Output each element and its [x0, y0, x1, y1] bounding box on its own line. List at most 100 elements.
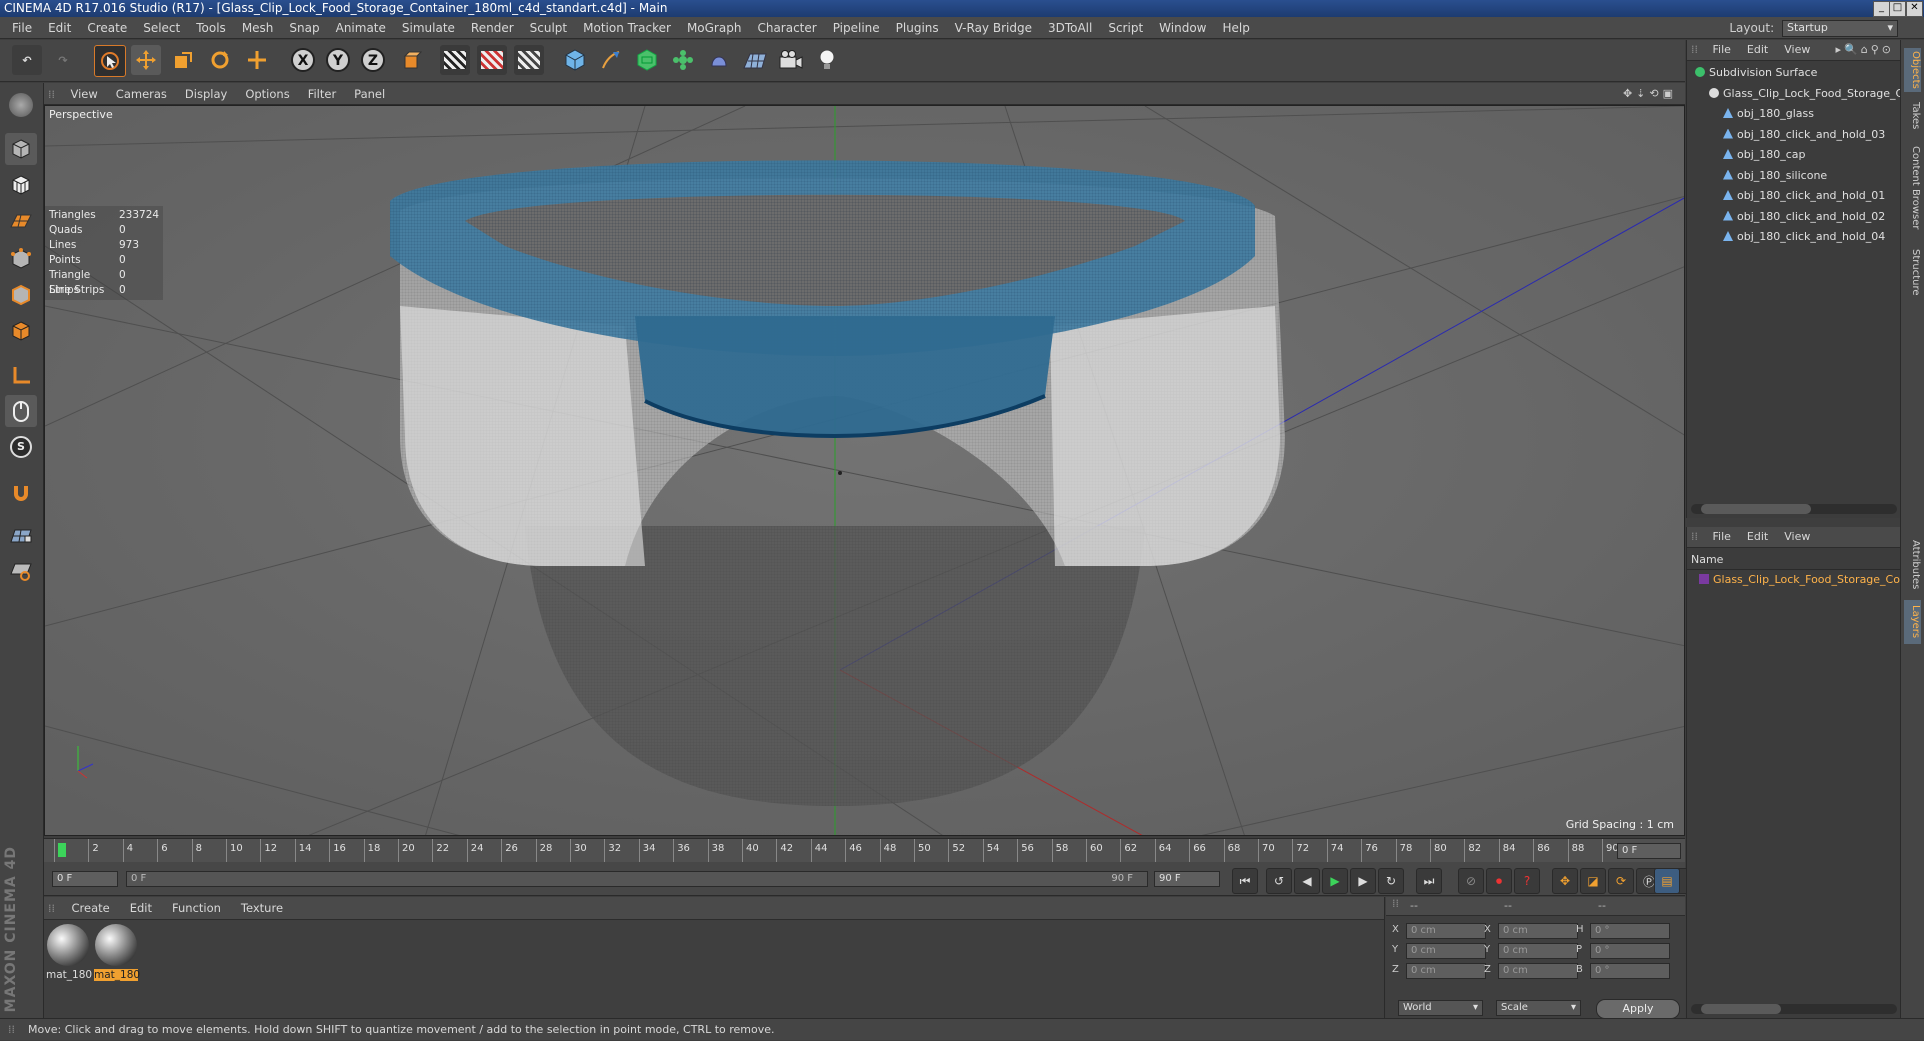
object-tree-item[interactable]: Subdivision Surface — [1695, 64, 1817, 81]
timeline-ruler[interactable]: 0246810121416182022242628303234363840424… — [44, 838, 1685, 863]
planar-workplane-button[interactable] — [5, 555, 37, 587]
current-frame-field[interactable]: 0 F — [1617, 843, 1681, 859]
key-position-button[interactable]: ✥ — [1552, 868, 1578, 894]
layer-item[interactable]: Glass_Clip_Lock_Food_Storage_Con — [1699, 571, 1907, 588]
coord-value-field[interactable]: 0 cm — [1406, 943, 1486, 959]
object-manager-tools[interactable]: ▸🔍⌂⚲⊙ — [1836, 40, 1894, 60]
menu-animate[interactable]: Animate — [328, 17, 394, 39]
coord-value-field[interactable]: 0 cm — [1406, 923, 1486, 939]
render-settings-button[interactable] — [514, 45, 544, 75]
tab-attributes[interactable]: Attributes — [1904, 535, 1921, 595]
viewport-menu-panel[interactable]: Panel — [345, 83, 394, 105]
end-frame-field[interactable]: 90 F — [1154, 871, 1220, 887]
tweak-mode-button[interactable] — [5, 395, 37, 427]
menu-tools[interactable]: Tools — [188, 17, 234, 39]
play-button[interactable]: ▶ — [1322, 868, 1348, 894]
object-tree-item[interactable]: Glass_Clip_Lock_Food_Storage_Co — [1709, 85, 1910, 102]
material-swatch[interactable]: mat_180 — [94, 923, 140, 995]
material-menu-edit[interactable]: Edit — [120, 897, 162, 919]
camera-button[interactable] — [776, 45, 806, 75]
deformer-button[interactable] — [704, 45, 734, 75]
workplane-mode-button[interactable] — [5, 205, 37, 237]
frame-range-slider[interactable]: 0 F 90 F — [126, 871, 1148, 887]
key-rotation-button[interactable]: ⟳ — [1608, 868, 1634, 894]
z-axis-lock-button[interactable]: Z — [358, 45, 388, 75]
light-button[interactable] — [812, 45, 842, 75]
menu-motion-tracker[interactable]: Motion Tracker — [575, 17, 679, 39]
scale-tool-button[interactable] — [168, 45, 198, 75]
menu-character[interactable]: Character — [749, 17, 824, 39]
minimize-button[interactable]: _ — [1873, 1, 1890, 17]
menu-plugins[interactable]: Plugins — [888, 17, 947, 39]
material-menu-create[interactable]: Create — [62, 897, 120, 919]
layout-dropdown[interactable]: Startup ▾ — [1782, 20, 1898, 37]
viewport-menu-filter[interactable]: Filter — [299, 83, 345, 105]
magnet-button[interactable] — [5, 477, 37, 509]
menu-edit[interactable]: Edit — [40, 17, 79, 39]
object-menu-file[interactable]: File — [1705, 40, 1739, 60]
start-frame-field[interactable]: 0 F — [52, 871, 118, 887]
tab-objects[interactable]: Objects — [1904, 48, 1921, 92]
menu-window[interactable]: Window — [1151, 17, 1214, 39]
object-tree-item[interactable]: obj_180_click_and_hold_02 — [1723, 208, 1885, 225]
model-mode-button[interactable] — [5, 133, 37, 165]
next-key-button[interactable]: ↻ — [1378, 868, 1404, 894]
timeline-layout-button[interactable]: ▤ — [1654, 868, 1680, 894]
material-menu-texture[interactable]: Texture — [231, 897, 293, 919]
object-tree-item[interactable]: obj_180_click_and_hold_03 — [1723, 126, 1885, 143]
locked-workplane-button[interactable] — [5, 519, 37, 551]
menu-create[interactable]: Create — [79, 17, 135, 39]
menu-script[interactable]: Script — [1100, 17, 1151, 39]
coord-space-dropdown[interactable]: World ▾ — [1398, 1000, 1483, 1016]
menu-snap[interactable]: Snap — [281, 17, 327, 39]
object-menu-edit[interactable]: Edit — [1739, 40, 1776, 60]
coord-value-field[interactable]: 0 cm — [1498, 923, 1578, 939]
tab-takes[interactable]: Takes — [1904, 98, 1921, 134]
menu-sculpt[interactable]: Sculpt — [522, 17, 575, 39]
menu-file[interactable]: File — [4, 17, 40, 39]
layer-menu-edit[interactable]: Edit — [1739, 527, 1776, 547]
rotate-tool-button[interactable] — [205, 45, 235, 75]
menu-simulate[interactable]: Simulate — [394, 17, 463, 39]
layer-manager-scrollbar[interactable] — [1691, 1004, 1897, 1014]
menu-help[interactable]: Help — [1214, 17, 1257, 39]
object-tree-item[interactable]: obj_180_click_and_hold_04 — [1723, 228, 1885, 245]
y-axis-lock-button[interactable]: Y — [323, 45, 353, 75]
coord-value-field[interactable]: 0 ° — [1590, 923, 1670, 939]
cube-object-button[interactable] — [560, 45, 590, 75]
viewport-menu-cameras[interactable]: Cameras — [107, 83, 176, 105]
prev-key-button[interactable]: ↺ — [1266, 868, 1292, 894]
viewport-nav-icons[interactable]: ✥⇣⟲▣ — [1623, 83, 1677, 105]
coord-scale-dropdown[interactable]: Scale ▾ — [1496, 1000, 1581, 1016]
tab-structure[interactable]: Structure — [1904, 242, 1921, 302]
tab-content-browser[interactable]: Content Browser — [1904, 140, 1921, 236]
polygons-mode-button[interactable] — [5, 315, 37, 347]
goto-end-button[interactable]: ⏭ — [1416, 868, 1442, 894]
tab-layers[interactable]: Layers — [1904, 600, 1921, 644]
object-tree-item[interactable]: obj_180_cap — [1723, 146, 1806, 163]
viewport-menu-display[interactable]: Display — [176, 83, 236, 105]
render-view-button[interactable] — [440, 45, 470, 75]
apply-button[interactable]: Apply — [1596, 999, 1680, 1019]
transform-tool-button[interactable] — [242, 45, 272, 75]
maximize-button[interactable]: □ — [1889, 1, 1906, 17]
object-tree-item[interactable]: obj_180_click_and_hold_01 — [1723, 187, 1885, 204]
autokey-button[interactable]: ⏺ — [1486, 868, 1512, 894]
snap-button[interactable]: S — [5, 431, 37, 463]
goto-start-button[interactable]: ⏮ — [1232, 868, 1258, 894]
move-tool-button[interactable] — [131, 45, 161, 75]
menu-mograph[interactable]: MoGraph — [679, 17, 750, 39]
make-editable-button[interactable] — [5, 89, 37, 121]
live-selection-button[interactable] — [94, 45, 126, 77]
points-mode-button[interactable] — [5, 243, 37, 275]
menu-v-ray-bridge[interactable]: V-Ray Bridge — [947, 17, 1040, 39]
menu-select[interactable]: Select — [135, 17, 188, 39]
menu-3dtoall[interactable]: 3DToAll — [1040, 17, 1100, 39]
coord-value-field[interactable]: 0 cm — [1498, 963, 1578, 979]
coord-value-field[interactable]: 0 cm — [1406, 963, 1486, 979]
playhead-marker[interactable] — [58, 843, 66, 857]
object-tree-item[interactable]: obj_180_glass — [1723, 105, 1814, 122]
menu-pipeline[interactable]: Pipeline — [825, 17, 888, 39]
close-button[interactable]: ✕ — [1906, 1, 1923, 17]
coord-value-field[interactable]: 0 ° — [1590, 963, 1670, 979]
